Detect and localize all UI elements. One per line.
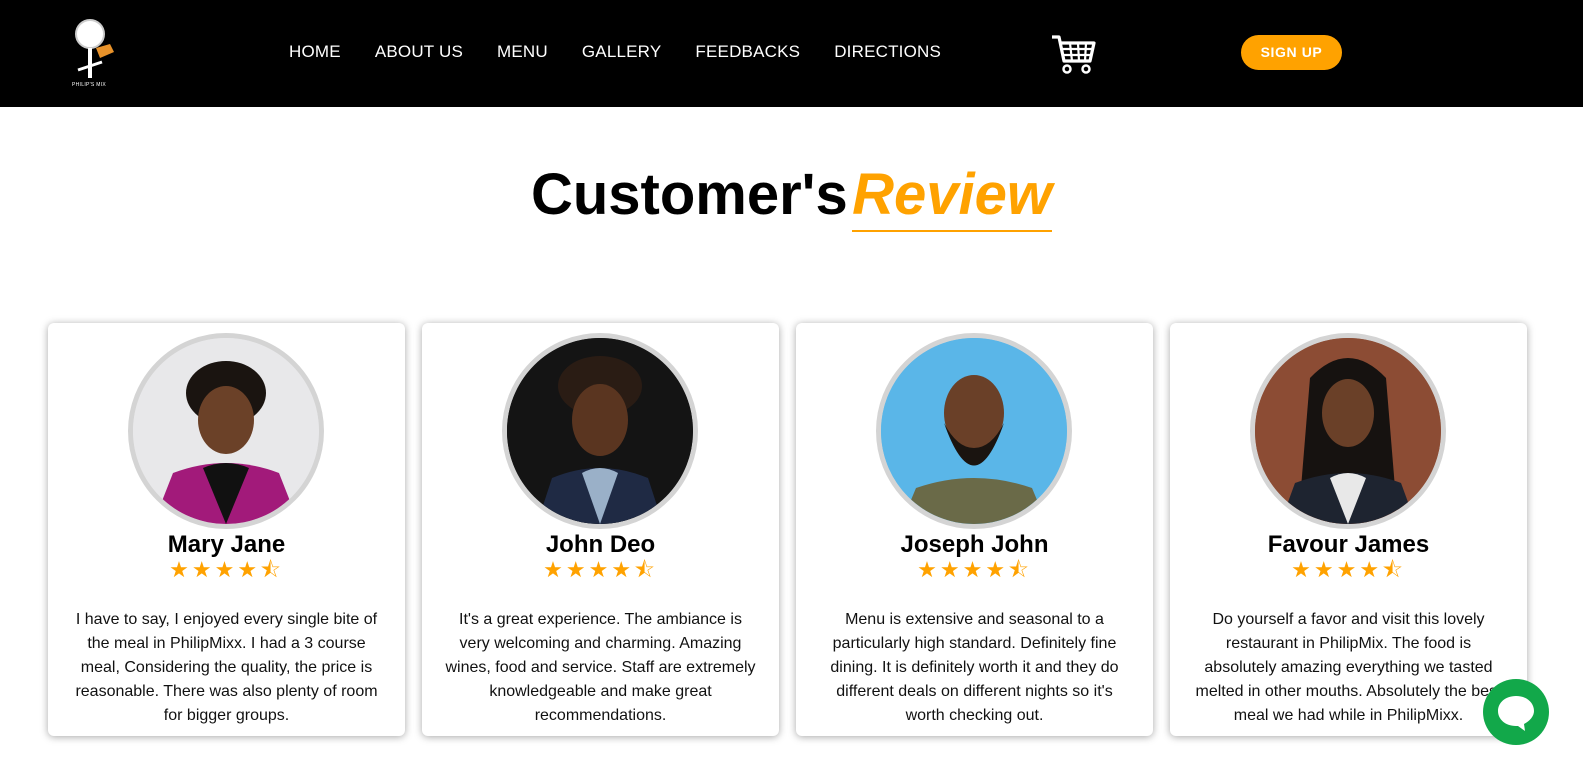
site-header: PHILIP'S MIX HOME ABOUT US MENU GALLERY … [0,0,1583,107]
review-card: Joseph John ★★★★⯪ Menu is extensive and … [796,323,1153,736]
star-icon: ★ [1336,557,1360,582]
star-icon: ★ [169,557,192,582]
nav-directions[interactable]: DIRECTIONS [834,42,941,62]
star-icon: ★ [611,557,635,582]
review-text: Do yourself a favor and visit this lovel… [1195,611,1502,724]
avatar [1250,333,1446,529]
review-text: It's a great experience. The ambiance is… [445,611,756,724]
star-icon: ★ [985,557,1009,582]
star-icon: ★ [1359,557,1383,582]
star-icon: ★ [588,557,612,582]
star-rating: ★★★★⯪ [796,559,1153,581]
logo-icon[interactable] [70,18,118,90]
star-icon: ★ [1291,557,1314,582]
chat-bubble-icon [1498,696,1534,731]
reviewer-name: John Deo [545,531,656,558]
star-icon: ★ [191,557,215,582]
star-icon: ★ [1313,557,1337,582]
reviewer-name: Joseph John [900,531,1049,558]
avatar [128,333,324,529]
review-cards: Mary Jane ★★★★⯪ I have to say, I enjoyed… [48,323,1528,736]
logo-text: PHILIP'S MIX [72,82,107,88]
star-icon: ★ [565,557,589,582]
review-card: John Deo ★★★★⯪ It's a great experience. … [422,323,779,736]
person-photo-icon [881,338,1067,524]
title-review: Review [852,160,1053,232]
person-photo-icon [507,338,693,524]
star-icon: ★ [917,557,940,582]
review-text: Menu is extensive and seasonal to a part… [830,611,1119,724]
shopping-cart-icon[interactable] [1050,33,1096,75]
half-star-icon: ⯪ [634,557,658,582]
star-rating: ★★★★⯪ [422,559,779,581]
main-nav: HOME ABOUT US MENU GALLERY FEEDBACKS DIR… [289,42,975,62]
star-icon: ★ [939,557,963,582]
avatar [876,333,1072,529]
person-photo-icon [1255,338,1441,524]
star-rating: ★★★★⯪ [48,559,405,581]
star-icon: ★ [962,557,986,582]
nav-gallery[interactable]: GALLERY [582,42,662,62]
star-icon: ★ [214,557,238,582]
half-star-icon: ⯪ [1382,557,1406,582]
half-star-icon: ⯪ [260,557,284,582]
person-photo-icon [133,338,319,524]
nav-about-us[interactable]: ABOUT US [375,42,463,62]
review-text: I have to say, I enjoyed every single bi… [75,611,378,724]
nav-home[interactable]: HOME [289,42,341,62]
nav-menu[interactable]: MENU [497,42,548,62]
chat-button[interactable] [1483,679,1549,745]
avatar [502,333,698,529]
sign-up-button[interactable]: SIGN UP [1241,35,1342,70]
star-icon: ★ [237,557,261,582]
reviewer-name: Favour James [1267,531,1430,558]
review-card: Mary Jane ★★★★⯪ I have to say, I enjoyed… [48,323,405,736]
reviewer-name: Mary Jane [167,531,286,558]
review-card: Favour James ★★★★⯪ Do yourself a favor a… [1170,323,1527,736]
title-customers: Customer's [530,162,848,227]
half-star-icon: ⯪ [1008,557,1032,582]
section-title: Customer's Review [0,160,1583,232]
star-rating: ★★★★⯪ [1170,559,1527,581]
star-icon: ★ [543,557,566,582]
nav-feedbacks[interactable]: FEEDBACKS [695,42,800,62]
